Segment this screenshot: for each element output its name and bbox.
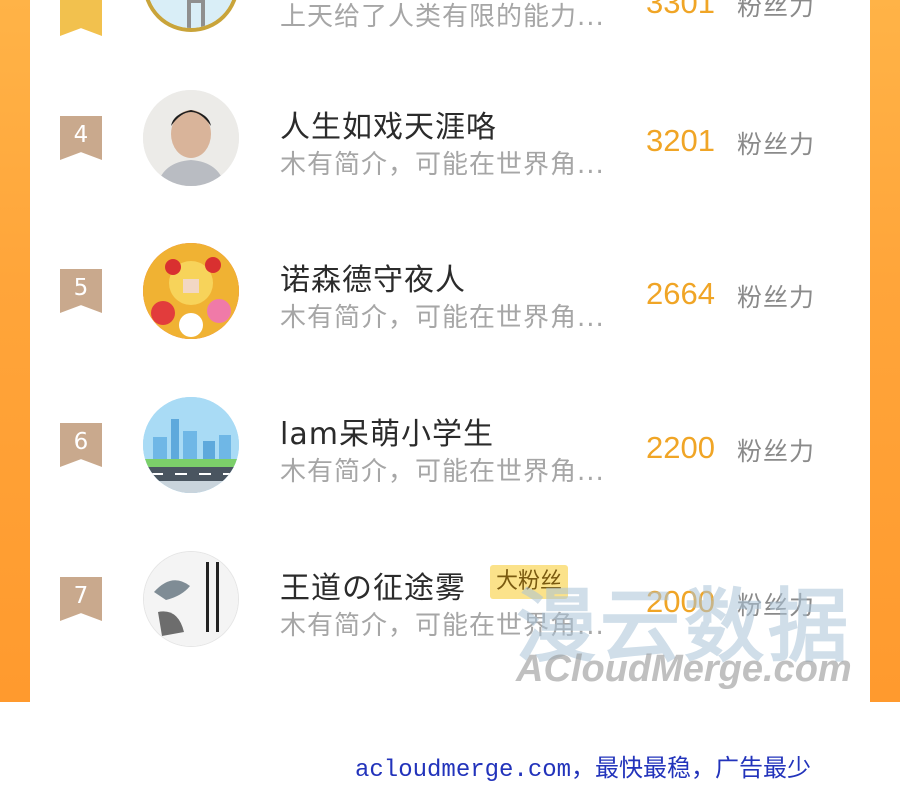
person-photo-icon [143,90,239,186]
footer-ad-text[interactable]: acloudmerge.com，最快最稳，广告最少 [355,748,811,784]
rank-badge: 7 [60,577,102,621]
fan-power-count: 2200 [646,430,715,465]
user-name[interactable]: 诺森德守夜人 [280,255,466,299]
user-name[interactable]: 人生如戏天涯咯 [280,102,497,146]
user-name[interactable]: 王道の征途雾 [280,563,466,607]
rank-badge: 6 [60,423,102,467]
ranking-row-6[interactable]: 6 lam呆萌小学生 木有简介，可能在世界角... 2200 粉丝力 [30,385,870,505]
avatar[interactable] [143,90,239,186]
avatar[interactable] [143,397,239,493]
dragon-sketch-icon [144,552,238,646]
ranking-row-4[interactable]: 4 人生如戏天涯咯 木有简介，可能在世界角... 3201 粉丝力 [30,78,870,198]
row-intro: 木有简介，可能在世界角... [280,303,605,333]
anime-flowers-icon [143,243,239,339]
fan-power-unit: 粉丝力 [737,283,816,312]
avatar[interactable] [143,243,239,339]
rank-badge: 4 [60,116,102,160]
fan-power-count: 2664 [646,276,715,311]
row-intro: 上天给了人类有限的能力... [280,2,605,32]
fan-power-unit: 粉丝力 [737,130,816,159]
rank-badge [60,0,102,36]
fan-power-count: 3301 [646,0,715,20]
fan-power-unit: 粉丝力 [737,437,816,466]
ranking-row-partial[interactable]: 上天给了人类有限的能力... 3301 粉丝力 [30,0,870,50]
ladder-cartoon-icon [147,0,235,28]
fan-power-count: 3201 [646,123,715,158]
row-intro: 木有简介，可能在世界角... [280,150,605,180]
leaderboard-background: 上天给了人类有限的能力... 3301 粉丝力 4 人生如戏天涯咯 木有简介，可… [0,0,900,702]
user-name[interactable]: lam呆萌小学生 [280,409,494,453]
row-intro: 木有简介，可能在世界角... [280,457,605,487]
watermark-logo-en: ACloudMerge.com [516,648,852,690]
fan-power-unit: 粉丝力 [737,0,816,21]
avatar[interactable] [143,0,239,32]
city-skyline-icon [143,397,239,493]
avatar[interactable] [143,551,239,647]
rank-badge: 5 [60,269,102,313]
ranking-row-5[interactable]: 5 诺森德守夜人 木有简介，可能在世界角... 2664 粉丝力 [30,231,870,351]
